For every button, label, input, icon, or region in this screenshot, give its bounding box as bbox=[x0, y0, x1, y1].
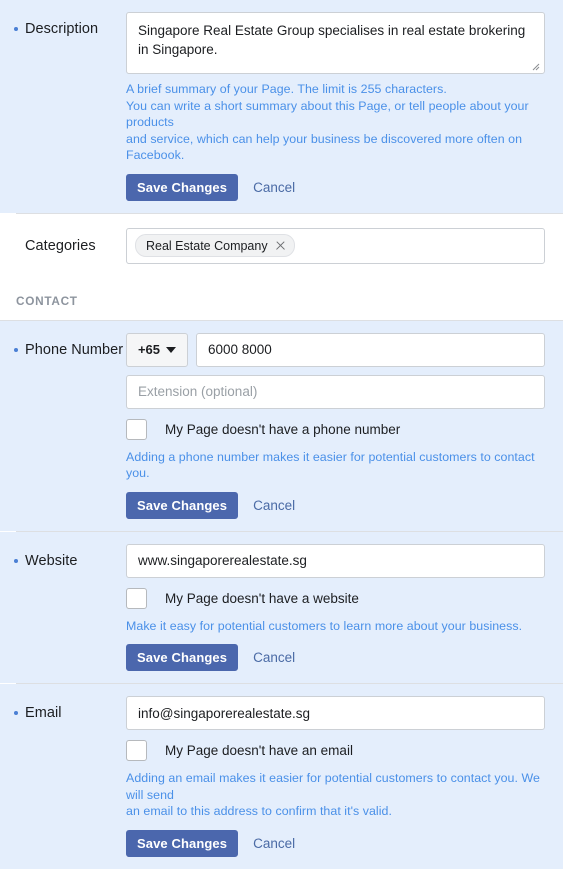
categories-row: Categories Real Estate Company bbox=[0, 214, 563, 276]
website-row: Website www.singaporerealestate.sg My Pa… bbox=[0, 532, 563, 684]
phone-input-line: +65 6000 8000 bbox=[126, 332, 545, 367]
description-label-group: Description bbox=[14, 12, 126, 38]
email-row: Email info@singaporerealestate.sg My Pag… bbox=[0, 684, 563, 869]
description-save-button[interactable]: Save Changes bbox=[126, 173, 239, 201]
website-no-site-checkbox[interactable] bbox=[126, 587, 147, 609]
section-website: Website www.singaporerealestate.sg My Pa… bbox=[0, 531, 563, 684]
website-no-site-checkbox-label: My Page doesn't have a website bbox=[165, 590, 359, 606]
website-field-column: www.singaporerealestate.sg My Page doesn… bbox=[126, 543, 545, 671]
category-chip-label: Real Estate Company bbox=[146, 238, 268, 253]
phone-save-button[interactable]: Save Changes bbox=[126, 491, 239, 519]
categories-input[interactable]: Real Estate Company bbox=[126, 227, 545, 264]
phone-number-field-wrap: 6000 8000 bbox=[196, 332, 545, 367]
description-helper-text: A brief summary of your Page. The limit … bbox=[126, 81, 545, 164]
bullet-icon bbox=[14, 347, 18, 352]
website-no-site-checkbox-row[interactable]: My Page doesn't have a website bbox=[126, 587, 545, 609]
chevron-down-icon bbox=[166, 346, 177, 353]
phone-helper-line-1: Adding a phone number makes it easier fo… bbox=[126, 449, 535, 481]
close-icon[interactable] bbox=[275, 240, 286, 251]
description-textarea[interactable]: Singapore Real Estate Group specialises … bbox=[126, 12, 545, 74]
email-save-button[interactable]: Save Changes bbox=[126, 829, 239, 857]
website-actions: Save Changes Cancel bbox=[126, 644, 545, 671]
country-code-select[interactable]: +65 bbox=[126, 332, 188, 367]
extension-input[interactable]: Extension (optional) bbox=[126, 374, 545, 409]
bullet-icon bbox=[14, 711, 18, 715]
email-label-group: Email bbox=[14, 696, 126, 722]
description-field-column: Singapore Real Estate Group specialises … bbox=[126, 12, 545, 201]
phone-no-number-checkbox[interactable] bbox=[126, 418, 147, 440]
description-actions: Save Changes Cancel bbox=[126, 173, 545, 201]
bullet-icon bbox=[14, 558, 18, 563]
page-settings-form: Description Singapore Real Estate Group … bbox=[0, 0, 563, 869]
section-categories: Categories Real Estate Company bbox=[0, 213, 563, 276]
categories-label-group: Categories bbox=[14, 228, 126, 255]
email-input[interactable]: info@singaporerealestate.sg bbox=[126, 696, 545, 730]
section-description: Description Singapore Real Estate Group … bbox=[0, 0, 563, 213]
description-helper-line-3: and service, which can help your busines… bbox=[126, 131, 523, 163]
website-cancel-button[interactable]: Cancel bbox=[253, 650, 295, 665]
phone-field-column: +65 6000 8000 Extension (optional) My Pa… bbox=[126, 332, 545, 519]
email-label: Email bbox=[25, 705, 62, 721]
email-cancel-button[interactable]: Cancel bbox=[253, 836, 295, 851]
description-helper-line-2: You can write a short summary about this… bbox=[126, 98, 529, 130]
website-input[interactable]: www.singaporerealestate.sg bbox=[126, 543, 545, 578]
email-field-column: info@singaporerealestate.sg My Page does… bbox=[126, 696, 545, 857]
description-helper-line-1: A brief summary of your Page. The limit … bbox=[126, 82, 447, 96]
website-helper-line-1: Make it easy for potential customers to … bbox=[126, 618, 523, 633]
phone-no-number-checkbox-row[interactable]: My Page doesn't have a phone number bbox=[126, 418, 545, 440]
email-helper-line-2: an email to this address to confirm that… bbox=[126, 804, 392, 818]
website-save-button[interactable]: Save Changes bbox=[126, 644, 239, 671]
phone-label-group: Phone Number bbox=[14, 333, 126, 359]
phone-cancel-button[interactable]: Cancel bbox=[253, 498, 295, 513]
extension-wrap: Extension (optional) bbox=[126, 374, 545, 409]
categories-field-column: Real Estate Company bbox=[126, 227, 545, 264]
phone-no-number-checkbox-label: My Page doesn't have a phone number bbox=[165, 421, 401, 437]
category-chip[interactable]: Real Estate Company bbox=[135, 234, 295, 257]
website-label-group: Website bbox=[14, 544, 126, 570]
description-row: Description Singapore Real Estate Group … bbox=[0, 0, 563, 213]
email-no-email-checkbox[interactable] bbox=[126, 740, 147, 761]
phone-row: Phone Number +65 6000 8000 Extension (op… bbox=[0, 321, 563, 531]
section-phone-number: Phone Number +65 6000 8000 Extension (op… bbox=[0, 320, 563, 531]
phone-label: Phone Number bbox=[25, 341, 124, 358]
description-cancel-button[interactable]: Cancel bbox=[253, 180, 295, 195]
phone-number-input[interactable]: 6000 8000 bbox=[196, 332, 545, 367]
email-actions: Save Changes Cancel bbox=[126, 829, 545, 857]
email-helper-text: Adding an email makes it easier for pote… bbox=[126, 770, 545, 820]
section-email: Email info@singaporerealestate.sg My Pag… bbox=[0, 684, 563, 869]
categories-label: Categories bbox=[25, 237, 96, 254]
email-no-email-checkbox-row[interactable]: My Page doesn't have an email bbox=[126, 740, 545, 761]
description-label: Description bbox=[25, 21, 99, 37]
contact-section-header: CONTACT bbox=[0, 275, 563, 320]
phone-helper-text: Adding a phone number makes it easier fo… bbox=[126, 449, 545, 482]
phone-actions: Save Changes Cancel bbox=[126, 491, 545, 519]
country-code-value: +65 bbox=[137, 342, 161, 357]
email-no-email-checkbox-label: My Page doesn't have an email bbox=[165, 743, 353, 758]
bullet-icon bbox=[14, 27, 18, 31]
email-helper-line-1: Adding an email makes it easier for pote… bbox=[126, 771, 540, 802]
website-label: Website bbox=[25, 552, 78, 569]
website-helper-text: Make it easy for potential customers to … bbox=[126, 618, 545, 635]
